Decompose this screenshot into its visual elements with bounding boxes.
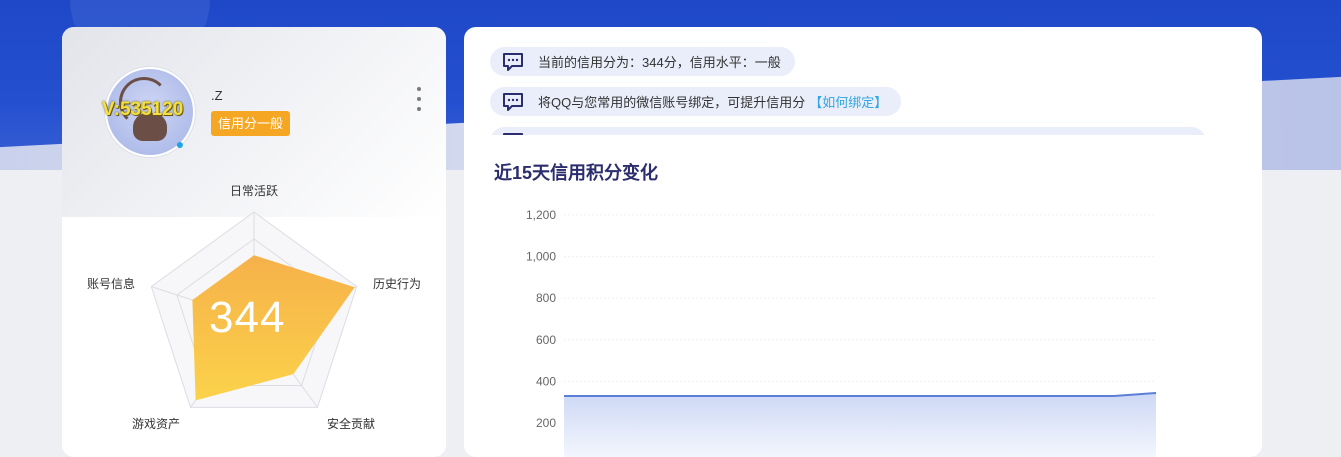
chart-grid [564, 214, 1156, 424]
credit-info-card: 当前的信用分为：344分，信用水平：一般 将QQ与您常用的微信账号绑定，可提升信… [464, 27, 1262, 457]
credit-radar-chart [150, 211, 358, 408]
series-line [564, 392, 1157, 397]
profile-card: V:535120 ● .Z 信用分一般 日常活跃 历史行为 安全贡献 游戏资产 … [62, 27, 446, 457]
y-tick-label: 800 [536, 291, 556, 305]
y-tick-label: 200 [536, 416, 556, 430]
radar-label-security-contribution: 安全贡献 [327, 417, 376, 431]
credit-score-value: 344 [209, 293, 286, 342]
radar-label-game-assets: 游戏资产 [132, 417, 181, 431]
radar-label-account-info: 账号信息 [87, 277, 136, 291]
radar-label-history-behavior: 历史行为 [373, 277, 422, 291]
y-tick-label: 400 [536, 374, 556, 388]
y-tick-label: 1,000 [526, 250, 556, 264]
y-tick-label: 1,200 [526, 208, 556, 222]
radar-label-daily-activity: 日常活跃 [230, 184, 279, 198]
credit-trend-chart: 1,200 1,000 800 600 400 200 [526, 208, 1157, 457]
y-axis-ticks: 1,200 1,000 800 600 400 200 [526, 208, 556, 430]
y-tick-label: 600 [536, 333, 556, 347]
series-area [564, 393, 1156, 457]
